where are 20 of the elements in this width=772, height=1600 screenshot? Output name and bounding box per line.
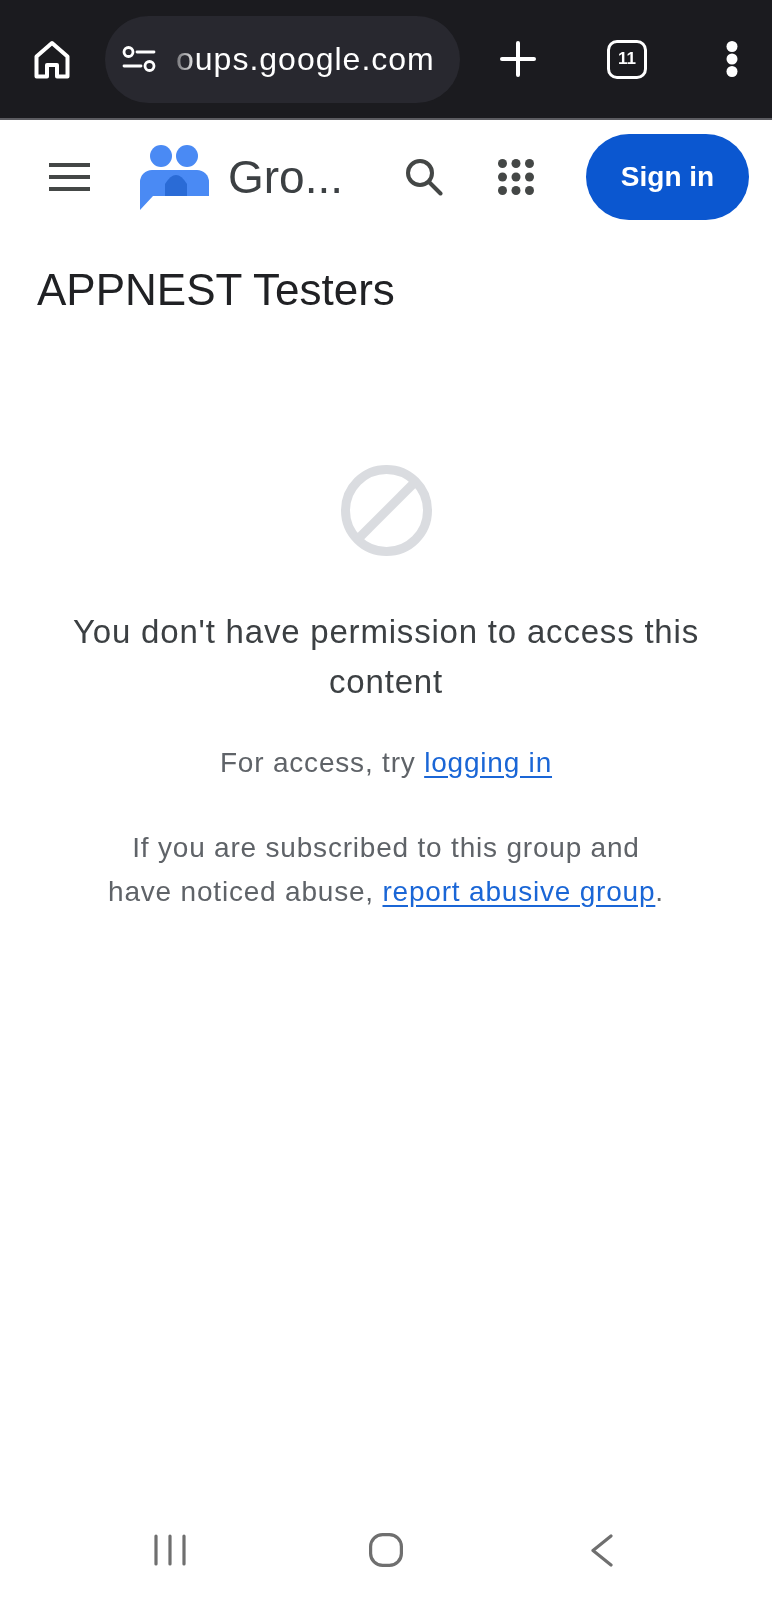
apps-grid-icon[interactable] <box>498 159 534 195</box>
abuse-note: If you are subscribed to this group and have noticed abuse, report abusive group. <box>107 831 665 909</box>
login-link[interactable]: logging in <box>424 747 552 778</box>
more-icon[interactable] <box>726 41 738 77</box>
plus-icon[interactable] <box>500 41 536 77</box>
permission-heading: You don't have permission to access this content <box>72 612 700 702</box>
report-link[interactable]: report abusive group <box>382 876 656 907</box>
blocked-icon <box>340 465 432 556</box>
people-logo-icon[interactable] <box>138 144 209 210</box>
search-icon[interactable] <box>405 158 443 196</box>
menu-icon[interactable] <box>49 163 90 191</box>
sliders-icon[interactable] <box>122 46 156 72</box>
group-title: APPNEST Testers <box>37 264 395 316</box>
recent-apps-icon[interactable] <box>154 1534 186 1566</box>
address-bar[interactable]: oups.google.com <box>105 15 460 103</box>
app-name[interactable]: Gro... <box>228 150 344 204</box>
back-icon[interactable] <box>591 1533 613 1567</box>
access-hint: For access, try logging in <box>219 746 552 780</box>
sign-in-button[interactable]: Sign in <box>586 134 749 220</box>
tab-count-button[interactable]: 11 <box>607 39 647 79</box>
